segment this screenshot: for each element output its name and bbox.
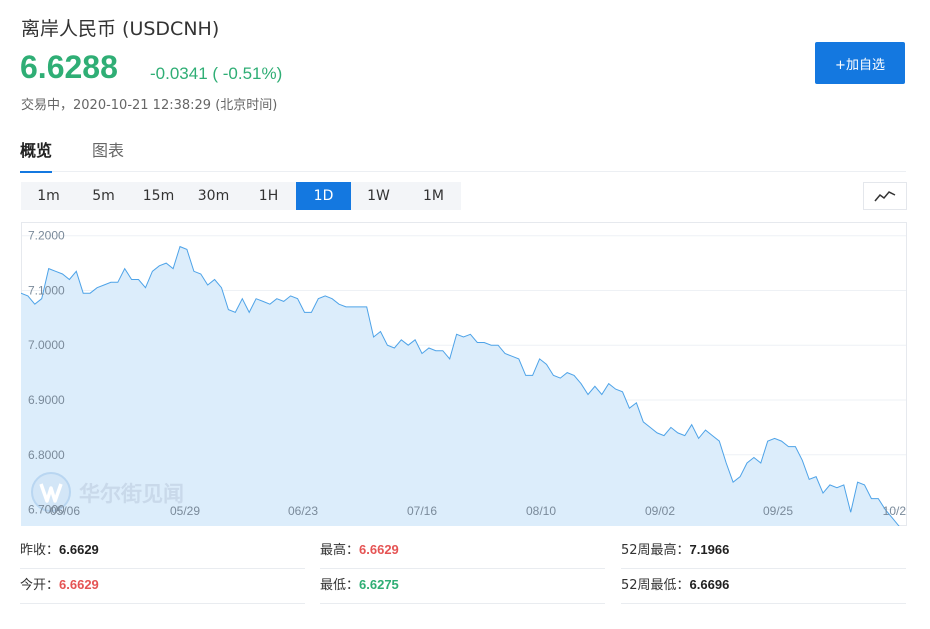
y-tick-label: 6.8000 xyxy=(28,448,65,462)
stat-value: 6.6629 xyxy=(359,542,399,557)
stat-label: 52周最低： xyxy=(621,578,690,593)
y-tick-label: 7.0000 xyxy=(28,338,65,352)
stat-open: 今开：6.6629 xyxy=(20,573,305,604)
tab-chart[interactable]: 图表 xyxy=(92,137,124,171)
period-1m[interactable]: 1m xyxy=(21,182,76,210)
add-to-watchlist-button[interactable]: +加自选 xyxy=(815,42,905,84)
stat-high: 最高：6.6629 xyxy=(320,538,605,569)
price-chart-svg: 华尔街见闻 7.20007.10007.00006.90006.80006.70… xyxy=(20,222,907,550)
stat-value: 6.6629 xyxy=(59,577,99,592)
period-15m[interactable]: 15m xyxy=(131,182,186,210)
stat-label: 最高： xyxy=(320,543,360,558)
period-selector: 1m 5m 15m 30m 1H 1D 1W 1M xyxy=(21,182,461,210)
x-tick-label: 09/02 xyxy=(645,504,675,518)
stat-label: 52周最高： xyxy=(621,543,690,558)
tab-bar: 概览 图表 xyxy=(20,137,906,173)
stat-value: 6.6629 xyxy=(59,542,99,557)
stat-label: 最低： xyxy=(320,578,360,593)
x-tick-label: 07/16 xyxy=(407,504,437,518)
x-tick-label: 06/23 xyxy=(288,504,318,518)
current-price: 6.6288 xyxy=(20,49,118,85)
x-tick-label: 05/29 xyxy=(170,504,200,518)
x-tick-label: 09/25 xyxy=(763,504,793,518)
stat-label: 今开： xyxy=(20,578,60,593)
period-30m[interactable]: 30m xyxy=(186,182,241,210)
stat-52w-low: 52周最低：6.6696 xyxy=(621,573,906,604)
stat-low: 最低：6.6275 xyxy=(320,573,605,604)
y-tick-label: 7.1000 xyxy=(28,283,65,297)
tab-overview[interactable]: 概览 xyxy=(20,137,53,173)
chart-type-toggle-button[interactable] xyxy=(863,182,907,210)
period-1w[interactable]: 1W xyxy=(351,182,406,210)
period-1mo[interactable]: 1M xyxy=(406,182,461,210)
line-chart-icon xyxy=(874,191,896,202)
trading-status: 交易中，2020-10-21 12:38:29 (北京时间) xyxy=(21,98,278,113)
price-chart[interactable]: 华尔街见闻 7.2000 7.1000 7.0000 6.9000 6.8000 6.70… xyxy=(20,222,907,550)
period-1h[interactable]: 1H xyxy=(241,182,296,210)
stat-label: 昨收： xyxy=(20,543,60,558)
x-tick-label: 08/10 xyxy=(526,504,556,518)
watermark-text: 华尔街见闻 xyxy=(79,481,184,506)
x-tick-label: 05/06 xyxy=(50,504,80,518)
period-5m[interactable]: 5m xyxy=(76,182,131,210)
y-tick-label: 6.9000 xyxy=(28,393,65,407)
stat-prev-close: 昨收：6.6629 xyxy=(20,538,305,569)
stat-52w-high: 52周最高：7.1966 xyxy=(621,538,906,569)
stat-value: 6.6696 xyxy=(689,577,730,592)
stat-value: 6.6275 xyxy=(359,577,399,592)
price-change: -0.0341 ( -0.51%) xyxy=(150,64,283,83)
period-1d[interactable]: 1D xyxy=(296,182,351,210)
x-tick-label: 10/2 xyxy=(883,504,907,518)
instrument-title: 离岸人民币 (USDCNH) xyxy=(21,18,220,40)
stat-value: 7.1966 xyxy=(689,542,730,557)
y-tick-label: 7.2000 xyxy=(28,229,65,243)
